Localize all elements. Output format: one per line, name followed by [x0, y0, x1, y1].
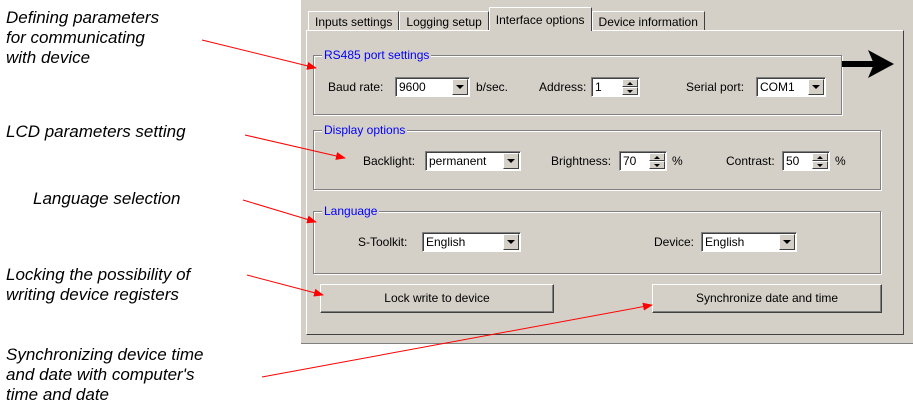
- device-language-label: Device:: [654, 235, 695, 249]
- contrast-label: Contrast:: [726, 154, 775, 168]
- tab-device-information[interactable]: Device information: [591, 11, 705, 31]
- serial-port-label: Serial port:: [686, 80, 745, 94]
- chevron-down-icon[interactable]: [503, 153, 519, 169]
- synchronize-date-time-button[interactable]: Synchronize date and time: [652, 284, 882, 313]
- contrast-unit: %: [835, 154, 846, 168]
- spinner-updown-icon[interactable]: [812, 153, 828, 169]
- language-group: Language S-Toolkit: English Device: Engl…: [313, 204, 881, 274]
- baud-rate-select[interactable]: 9600: [395, 77, 470, 97]
- contrast-value: 50: [786, 154, 800, 168]
- baud-rate-label: Baud rate:: [328, 80, 384, 94]
- baud-rate-unit: b/sec.: [476, 80, 509, 94]
- display-options-group: Display options Backlight: permanent Bri…: [313, 123, 881, 190]
- spinner-updown-icon[interactable]: [649, 153, 665, 169]
- callout-communication: Defining parameters for communicating wi…: [6, 8, 160, 67]
- backlight-label: Backlight:: [363, 154, 416, 168]
- rs485-group-title: RS485 port settings: [322, 48, 432, 62]
- serial-port-value: COM1: [760, 80, 795, 94]
- backlight-select[interactable]: permanent: [425, 151, 521, 171]
- chevron-down-icon[interactable]: [503, 234, 519, 250]
- chevron-down-icon[interactable]: [452, 79, 468, 95]
- address-stepper[interactable]: 1: [591, 77, 640, 97]
- contrast-stepper[interactable]: 50: [782, 151, 830, 171]
- interface-options-dialog: Inputs settings Logging setup Interface …: [301, 0, 913, 344]
- tab-panel: RS485 port settings Baud rate: 9600 b/se…: [306, 30, 904, 335]
- stoolkit-language-label: S-Toolkit:: [358, 235, 408, 249]
- address-value: 1: [595, 80, 602, 94]
- tab-interface-options[interactable]: Interface options: [488, 7, 592, 31]
- lock-write-button[interactable]: Lock write to device: [320, 284, 554, 313]
- device-language-select[interactable]: English: [701, 232, 797, 252]
- serial-port-select[interactable]: COM1: [756, 77, 826, 97]
- backlight-value: permanent: [429, 154, 487, 168]
- brightness-stepper[interactable]: 70: [619, 151, 667, 171]
- brightness-unit: %: [672, 154, 683, 168]
- brightness-value: 70: [623, 154, 637, 168]
- spinner-updown-icon[interactable]: [622, 79, 638, 95]
- rs485-group: RS485 port settings Baud rate: 9600 b/se…: [313, 48, 842, 115]
- address-label: Address:: [539, 80, 587, 94]
- display-options-title: Display options: [322, 123, 408, 137]
- baud-rate-value: 9600: [399, 80, 426, 94]
- tab-logging-setup[interactable]: Logging setup: [399, 11, 489, 31]
- right-arrow-icon: [842, 50, 894, 78]
- callout-lcd: LCD parameters setting: [6, 122, 186, 141]
- callout-sync: Synchronizing device time and date with …: [6, 345, 204, 404]
- stoolkit-language-value: English: [426, 235, 466, 249]
- brightness-label: Brightness:: [551, 154, 612, 168]
- chevron-down-icon[interactable]: [808, 79, 824, 95]
- tab-strip: Inputs settings Logging setup Interface …: [308, 5, 705, 31]
- tab-inputs-settings[interactable]: Inputs settings: [308, 11, 400, 31]
- stoolkit-language-select[interactable]: English: [422, 232, 521, 252]
- callout-locking: Locking the possibility of writing devic…: [6, 265, 191, 304]
- arrow-communication: [201, 39, 317, 70]
- language-group-title: Language: [322, 204, 380, 218]
- callout-language: Language selection: [33, 189, 181, 208]
- device-language-value: English: [705, 235, 745, 249]
- chevron-down-icon[interactable]: [779, 234, 795, 250]
